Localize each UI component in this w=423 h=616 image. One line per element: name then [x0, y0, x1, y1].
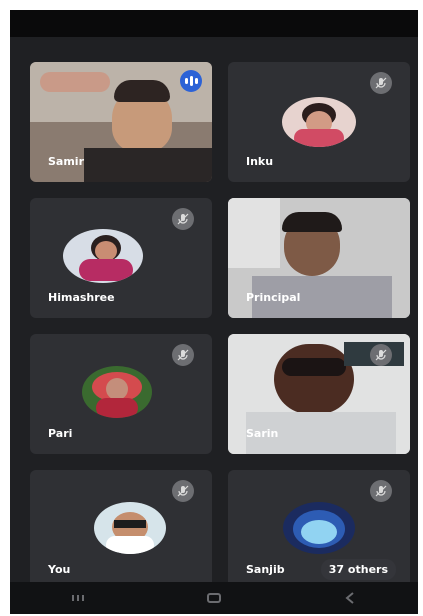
avatar: [282, 97, 356, 147]
avatar: [283, 501, 355, 554]
participant-name: Samir: [48, 155, 85, 168]
participant-name: Sanjib: [246, 563, 285, 576]
audio-level-icon: [180, 70, 202, 92]
participant-tile[interactable]: Sarin: [228, 334, 410, 454]
meeting-screen: Samir Inku Himashree Principal Pari Sari…: [10, 10, 418, 614]
participant-tile[interactable]: Pari: [30, 334, 212, 454]
mic-off-icon: [172, 480, 194, 502]
more-participants-badge[interactable]: 37 others: [320, 559, 396, 580]
participant-name: Sarin: [246, 427, 279, 440]
participant-tile[interactable]: Himashree: [30, 198, 212, 318]
participant-name: Pari: [48, 427, 73, 440]
participant-tile[interactable]: You: [30, 470, 212, 590]
recents-icon[interactable]: [69, 591, 87, 605]
participant-tile[interactable]: Principal: [228, 198, 410, 318]
mic-off-icon: [172, 344, 194, 366]
participant-name: Principal: [246, 291, 301, 304]
avatar: [94, 501, 167, 554]
back-icon[interactable]: [341, 591, 359, 605]
mic-off-icon: [172, 208, 194, 230]
system-nav-bar: [10, 582, 418, 614]
mic-off-icon: [370, 344, 392, 366]
participant-tile[interactable]: Sanjib 37 others: [228, 470, 410, 590]
avatar: [82, 365, 153, 418]
mic-off-icon: [370, 480, 392, 502]
home-icon[interactable]: [205, 591, 223, 605]
participant-tile[interactable]: Samir: [30, 62, 212, 182]
participant-tile[interactable]: Inku: [228, 62, 410, 182]
status-bar: [10, 10, 418, 37]
mic-off-icon: [370, 72, 392, 94]
avatar: [62, 228, 143, 283]
participant-name: Inku: [246, 155, 274, 168]
participant-name: You: [48, 563, 71, 576]
participant-grid: Samir Inku Himashree Principal Pari Sari…: [30, 62, 412, 590]
participant-name: Himashree: [48, 291, 115, 304]
